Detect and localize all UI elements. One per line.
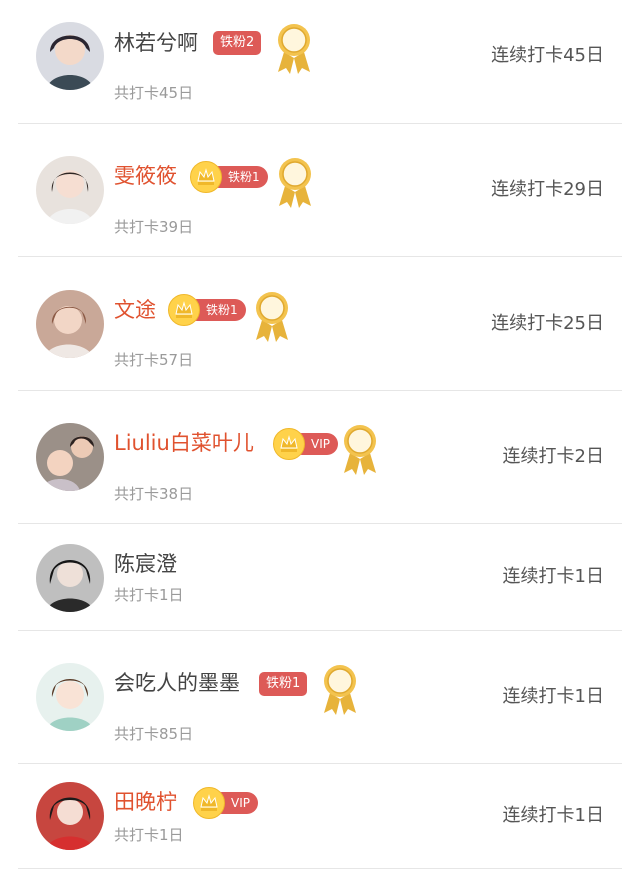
user-name: 田晚柠 — [114, 790, 177, 814]
award-medal-icon — [320, 663, 360, 717]
user-name: 文途 — [114, 298, 156, 322]
avatar[interactable] — [36, 22, 104, 90]
list-item[interactable]: 陈宸澄 共打卡1日 连续打卡1日 — [18, 524, 622, 631]
total-checkins: 共打卡57日 — [114, 351, 194, 369]
user-name: 林若兮啊 — [114, 31, 198, 55]
avatar[interactable] — [36, 290, 104, 358]
crown-icon — [190, 161, 222, 193]
streak-text: 连续打卡1日 — [502, 686, 604, 707]
crown-icon — [273, 428, 305, 460]
avatar[interactable] — [36, 423, 104, 491]
list-item[interactable]: 田晚柠 VIP 共打卡1日 连续打卡1日 — [18, 764, 622, 869]
award-medal-icon — [252, 290, 292, 344]
avatar[interactable] — [36, 544, 104, 612]
streak-text: 连续打卡1日 — [502, 805, 604, 826]
streak-text: 连续打卡25日 — [491, 313, 604, 334]
list-item[interactable]: 会吃人的墨墨 铁粉1 共打卡85日 连续打卡1日 — [18, 631, 622, 764]
crown-icon — [168, 294, 200, 326]
fan-level-badge: 铁粉1 — [259, 672, 308, 696]
list-item[interactable]: 雯筱筱 铁粉1 共打卡39日 连续打卡29日 — [18, 124, 622, 257]
total-checkins: 共打卡45日 — [114, 84, 194, 102]
user-name: 雯筱筱 — [114, 164, 177, 188]
avatar[interactable] — [36, 782, 104, 850]
total-checkins: 共打卡1日 — [114, 826, 184, 844]
award-medal-icon — [274, 22, 314, 76]
user-name: 陈宸澄 — [114, 552, 177, 576]
total-checkins: 共打卡1日 — [114, 586, 184, 604]
streak-text: 连续打卡45日 — [491, 45, 604, 66]
award-medal-icon — [275, 156, 315, 210]
user-name: Liuliu白菜叶儿 — [114, 431, 254, 455]
total-checkins: 共打卡39日 — [114, 218, 194, 236]
user-name: 会吃人的墨墨 — [114, 671, 240, 695]
streak-text: 连续打卡1日 — [502, 566, 604, 587]
streak-text: 连续打卡29日 — [491, 179, 604, 200]
crown-icon — [193, 787, 225, 819]
total-checkins: 共打卡85日 — [114, 725, 194, 743]
award-medal-icon — [340, 423, 380, 477]
fan-level-badge: 铁粉2 — [213, 31, 262, 55]
avatar[interactable] — [36, 663, 104, 731]
avatar[interactable] — [36, 156, 104, 224]
total-checkins: 共打卡38日 — [114, 485, 194, 503]
list-item[interactable]: Liuliu白菜叶儿 VIP 共打卡38日 连续打卡2日 — [18, 391, 622, 524]
list-item[interactable]: 文途 铁粉1 共打卡57日 连续打卡25日 — [18, 257, 622, 391]
streak-text: 连续打卡2日 — [502, 446, 604, 467]
list-item[interactable]: 林若兮啊 铁粉2 共打卡45日 连续打卡45日 — [18, 0, 622, 124]
